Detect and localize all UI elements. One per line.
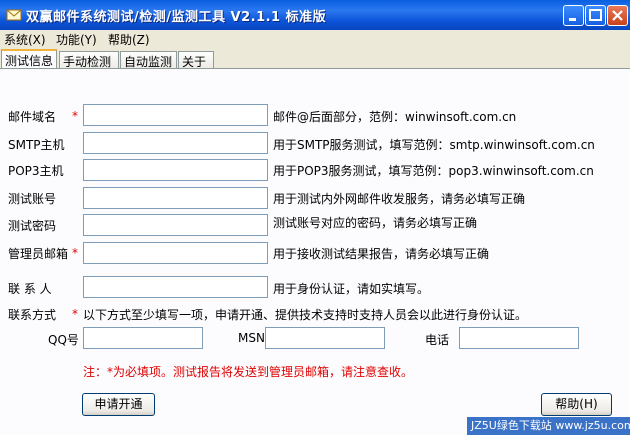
msn-label: MSN (238, 331, 265, 345)
smtp-label: SMTP主机 (8, 138, 65, 152)
minimize-button[interactable] (563, 5, 584, 26)
qq-input[interactable] (83, 327, 203, 349)
contact-hint: 用于身份认证，请如实填写。 (273, 282, 430, 296)
domain-label: 邮件域名 (8, 110, 57, 124)
required-footnote: 注：*为必填项。测试报告将发送到管理员邮箱，请注意查收。 (83, 363, 413, 380)
smtp-hint: 用于SMTP服务测试，填写范例：smtp.winwinsoft.com.cn (273, 138, 595, 152)
tab-manual-check[interactable]: 手动检测 (59, 51, 119, 69)
phone-label: 电话 (425, 333, 450, 347)
contact-label: 联 系 人 (8, 282, 52, 296)
menu-system[interactable]: 系统(X) (4, 31, 46, 48)
password-hint: 测试账号对应的密码，请务必填写正确 (273, 216, 478, 230)
admin-email-required-mark: * (72, 246, 78, 260)
contact-method-label: 联系方式 (8, 308, 57, 322)
password-input[interactable] (83, 214, 268, 236)
title-bar[interactable]: 双赢邮件系统测试/检测/监测工具 V2.1.1 标准版 (0, 0, 630, 30)
contact-method-required-mark: * (72, 307, 78, 321)
tab-auto-monitor[interactable]: 自动监测 (120, 51, 177, 69)
contact-method-note: 以下方式至少填写一项，申请开通、提供技术支持时支持人员会以此进行身份认证。 (83, 308, 528, 322)
maximize-icon (589, 9, 602, 21)
account-hint: 用于测试内外网邮件收发服务，请务必填写正确 (273, 192, 526, 206)
phone-input[interactable] (459, 327, 579, 349)
domain-input[interactable] (83, 104, 268, 126)
account-input[interactable] (83, 187, 268, 209)
domain-required-mark: * (72, 109, 78, 123)
menu-help[interactable]: 帮助(Z) (108, 31, 150, 48)
window-title: 双赢邮件系统测试/检测/监测工具 V2.1.1 标准版 (26, 10, 327, 25)
close-button[interactable] (607, 5, 628, 26)
footnote-prefix: 注： (83, 365, 108, 379)
tab-strip: 测试信息 手动检测 自动监测 关于 (0, 49, 630, 69)
minimize-icon (569, 18, 576, 21)
app-window: 双赢邮件系统测试/检测/监测工具 V2.1.1 标准版 系统(X) 功能(Y) … (0, 0, 630, 435)
maximize-button[interactable] (585, 5, 606, 26)
account-label: 测试账号 (8, 192, 57, 206)
pop3-hint: 用于POP3服务测试，填写范例：pop3.winwinsoft.com.cn (273, 164, 594, 178)
qq-label: QQ号 (48, 333, 79, 347)
pop3-label: POP3主机 (8, 164, 64, 178)
pop3-input[interactable] (83, 159, 268, 181)
admin-email-label: 管理员邮箱 (8, 247, 69, 261)
mail-app-icon (6, 9, 22, 21)
contact-input[interactable] (83, 276, 268, 298)
help-button[interactable]: 帮助(H) (541, 393, 612, 416)
menu-bar: 系统(X) 功能(Y) 帮助(Z) (0, 30, 630, 48)
tab-test-info[interactable]: 测试信息 (1, 49, 57, 69)
msn-input[interactable] (265, 327, 385, 349)
watermark: JZ5U绿色下载站 www.jz5u.com (467, 417, 630, 435)
admin-email-input[interactable] (83, 242, 268, 264)
smtp-input[interactable] (83, 132, 268, 154)
admin-email-hint: 用于接收测试结果报告，请务必填写正确 (273, 247, 490, 261)
apply-button[interactable]: 申请开通 (82, 393, 155, 416)
menu-function[interactable]: 功能(Y) (56, 31, 97, 48)
tab-about[interactable]: 关于 (178, 51, 214, 69)
password-label: 测试密码 (8, 219, 57, 233)
close-icon (612, 10, 623, 21)
footnote-text: 为必填项。测试报告将发送到管理员邮箱，请注意查收。 (113, 365, 414, 379)
domain-hint: 邮件@后面部分，范例：winwinsoft.com.cn (273, 110, 517, 124)
